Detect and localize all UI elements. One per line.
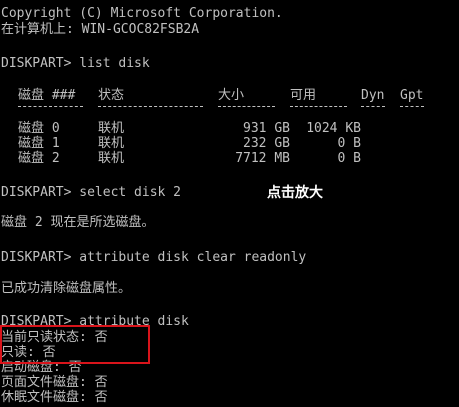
table-header-status: 状态 <box>98 88 125 103</box>
table-cell-free: 0 B <box>337 136 361 151</box>
table-separator <box>18 106 83 108</box>
command-clear-readonly: DISKPART> attribute disk clear readonly <box>1 250 307 265</box>
table-header-dyn: Dyn <box>361 88 385 103</box>
table-header-free: 可用 <box>290 88 317 103</box>
table-header-gpt: Gpt <box>400 88 424 103</box>
table-cell-size: 931 GB <box>243 121 290 136</box>
machine-name-line: 在计算机上: WIN-GCOC82FSB2A <box>1 22 200 37</box>
command-list-disk: DISKPART> list disk <box>1 56 150 71</box>
message-disk-selected: 磁盘 2 现在是所选磁盘。 <box>1 215 155 230</box>
copyright-line: Copyright (C) Microsoft Corporation. <box>1 6 283 21</box>
table-separator <box>361 106 385 108</box>
table-header-disk: 磁盘 ### <box>18 88 76 103</box>
attribute-hibernation-disk: 休眠文件磁盘: 否 <box>1 390 108 405</box>
command-prompt-console[interactable]: Copyright (C) Microsoft Corporation. 在计算… <box>0 0 459 407</box>
table-separator <box>290 106 347 108</box>
table-cell-free: 1024 KB <box>306 121 361 136</box>
table-cell-size: 7712 MB <box>235 151 290 166</box>
table-cell-disk: 磁盘 0 <box>18 121 60 136</box>
table-cell-free: 0 B <box>337 151 361 166</box>
table-separator <box>98 106 203 108</box>
table-cell-status: 联机 <box>98 151 125 166</box>
table-cell-disk: 磁盘 1 <box>18 136 60 151</box>
table-cell-status: 联机 <box>98 136 125 151</box>
attribute-pagefile-disk: 页面文件磁盘: 否 <box>1 375 108 390</box>
message-attributes-cleared: 已成功清除磁盘属性。 <box>1 281 132 296</box>
table-header-size: 大小 <box>218 88 245 103</box>
table-cell-status: 联机 <box>98 121 125 136</box>
readonly-highlight-box <box>0 325 150 364</box>
table-separator <box>218 106 275 108</box>
table-separator <box>400 106 424 108</box>
table-cell-disk: 磁盘 2 <box>18 151 60 166</box>
click-to-enlarge-label[interactable]: 点击放大 <box>267 184 323 202</box>
table-cell-size: 232 GB <box>243 136 290 151</box>
command-select-disk: DISKPART> select disk 2 <box>1 185 182 200</box>
